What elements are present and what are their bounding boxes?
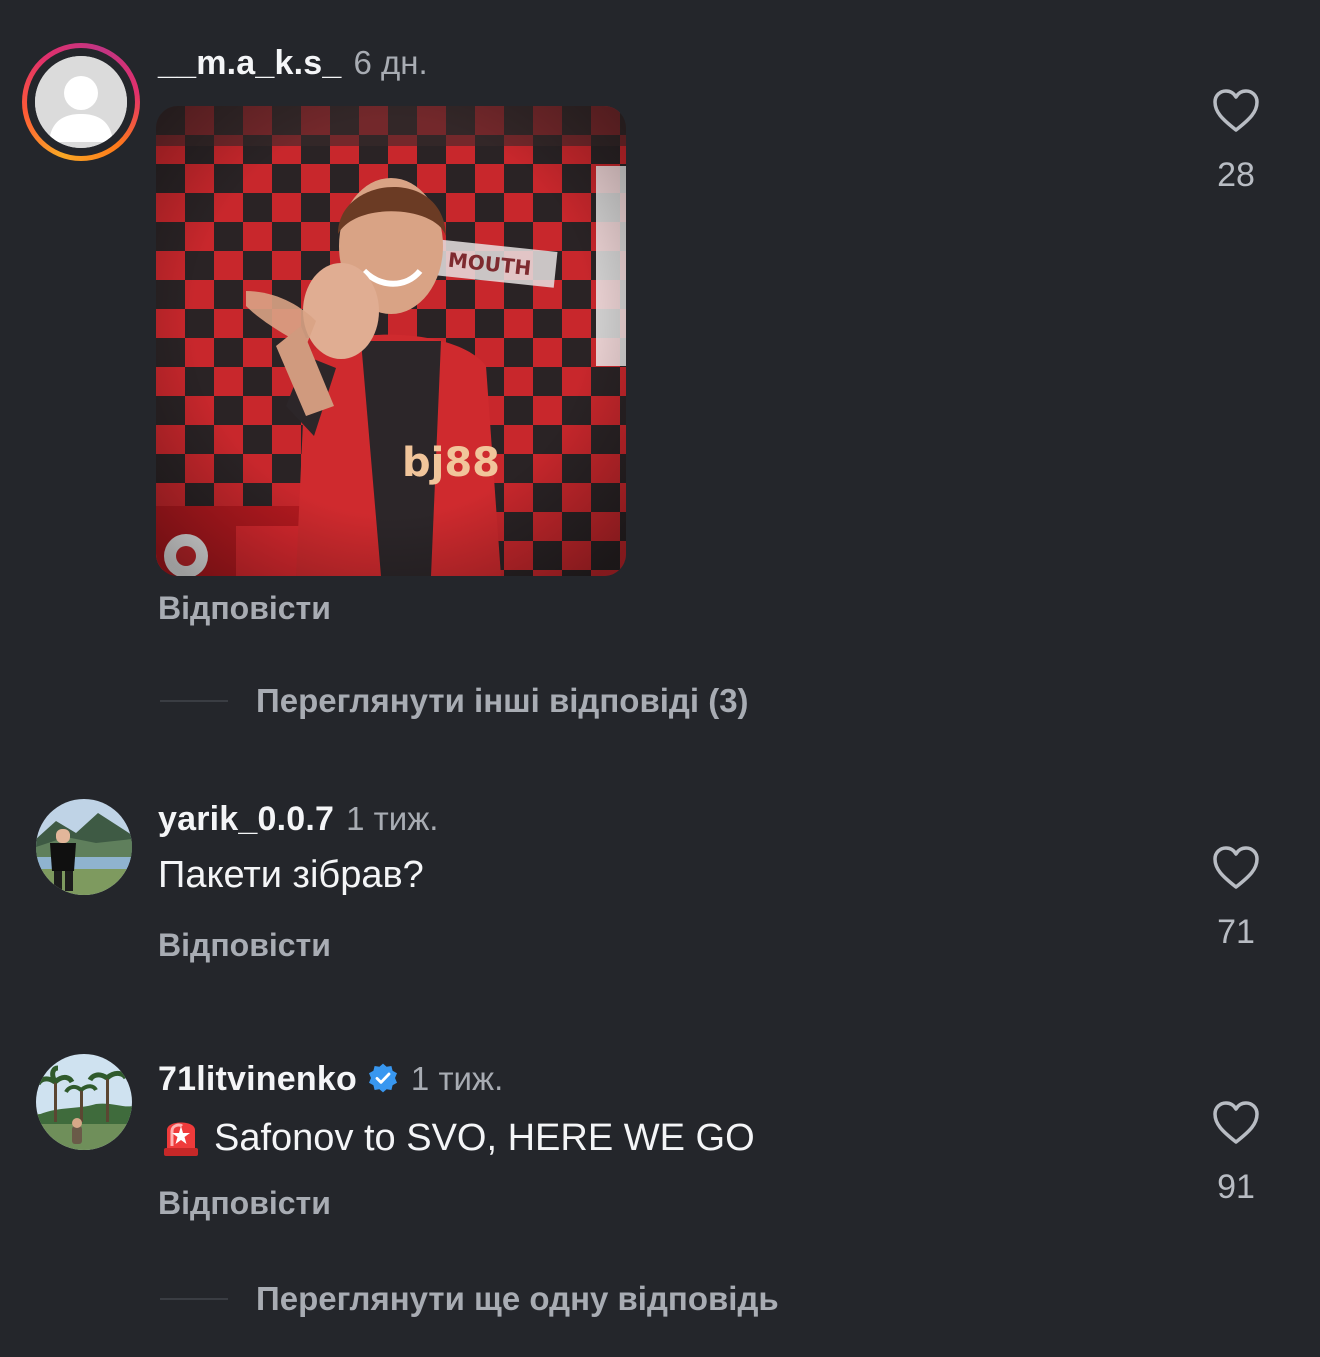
username[interactable]: 71litvinenko: [158, 1060, 357, 1099]
comment-text: Пакети зібрав?: [158, 854, 424, 896]
reply-button[interactable]: Відповісти: [158, 927, 331, 964]
story-ring[interactable]: [22, 43, 140, 161]
comment-header: 71litvinenko 1 тиж.: [158, 1058, 503, 1099]
reply-thread-line: [160, 1298, 228, 1300]
comment-text-row: Safonov to SVO, HERE WE GO: [158, 1112, 755, 1160]
comments-list: __m.a_k.s_ 6 дн. Відповісти 28 Перегляну…: [0, 0, 1320, 1357]
verified-badge-icon: [368, 1063, 397, 1093]
view-more-replies[interactable]: Переглянути ще одну відповідь: [160, 1280, 779, 1318]
police-light-emoji: [164, 1122, 198, 1156]
reply-button[interactable]: Відповісти: [158, 1185, 331, 1222]
heart-outline-icon[interactable]: [1212, 88, 1260, 134]
comment-item: __m.a_k.s_ 6 дн. Відповісти 28 Перегляну…: [0, 0, 1320, 740]
timestamp: 1 тиж.: [410, 1060, 504, 1097]
like-control: 28: [1196, 88, 1276, 195]
heart-outline-icon[interactable]: [1212, 1100, 1260, 1146]
view-more-replies-label: Переглянути інші відповіді (3): [256, 682, 749, 719]
like-count: 71: [1217, 913, 1255, 951]
timestamp: 6 дн.: [353, 44, 428, 81]
username[interactable]: __m.a_k.s_: [158, 44, 342, 83]
view-more-replies[interactable]: Переглянути інші відповіді (3): [160, 682, 749, 720]
like-control: 71: [1196, 845, 1276, 952]
timestamp: 1 тиж.: [346, 800, 439, 837]
reply-thread-line: [160, 700, 228, 702]
comment-header: __m.a_k.s_ 6 дн.: [158, 44, 428, 83]
avatar: [35, 56, 127, 148]
avatar[interactable]: [36, 1054, 132, 1150]
like-control: 91: [1196, 1100, 1276, 1207]
avatar[interactable]: [36, 799, 132, 895]
username[interactable]: yarik_0.0.7: [158, 800, 334, 839]
view-more-replies-label: Переглянути ще одну відповідь: [256, 1280, 779, 1317]
heart-outline-icon[interactable]: [1212, 845, 1260, 891]
comment-text: Safonov to SVO, HERE WE GO: [214, 1117, 755, 1159]
like-count: 91: [1217, 1168, 1255, 1206]
like-count: 28: [1217, 156, 1255, 194]
reply-button[interactable]: Відповісти: [158, 590, 331, 627]
gif-attachment[interactable]: MOUTH bj88: [156, 106, 626, 576]
comment-header: yarik_0.0.7 1 тиж.: [158, 800, 438, 839]
